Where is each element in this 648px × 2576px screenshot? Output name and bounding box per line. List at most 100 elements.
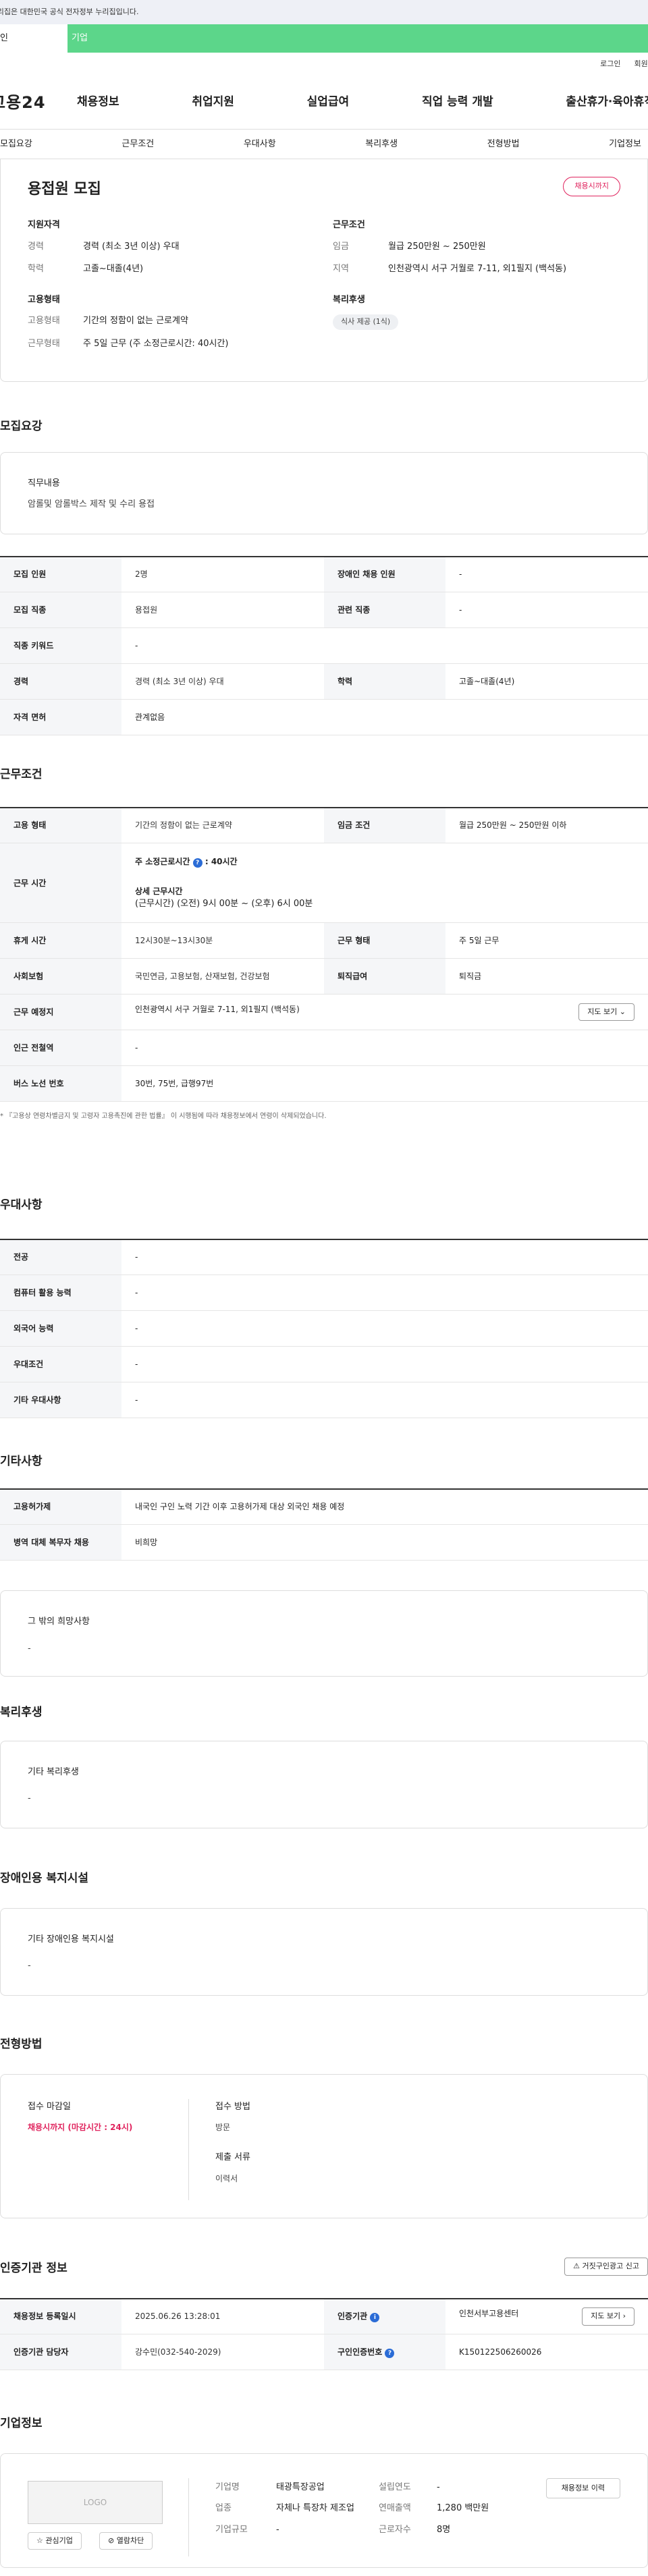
section-title: 우대사항 [0, 1198, 43, 1212]
gnb-item[interactable]: 출산휴가·육아휴직 [566, 94, 648, 111]
section-title: 인증기관 정보 [0, 2262, 68, 2275]
cell: - [122, 627, 648, 664]
method-heading: 접수 방법 [215, 2101, 250, 2112]
company-name: 태광특장공업 [276, 2482, 325, 2492]
label: 기업규모 [215, 2524, 248, 2535]
table-row: 기타 우대사항 - [0, 1382, 648, 1418]
tab-personal[interactable]: 개인 [0, 24, 68, 53]
value: 고졸~대졸(4년) [83, 264, 144, 274]
duty-box: 직무내용 암롤및 암롤박스 제작 및 수리 용접 [0, 451, 648, 534]
cell-head: 전공 [0, 1239, 122, 1275]
report-button[interactable]: ⚠ 거짓구인광고 신고 [564, 2258, 648, 2276]
cell: - [122, 1275, 648, 1311]
gnb-item[interactable]: 실업급여 [307, 94, 350, 111]
cell-head: 모집 직종 [0, 592, 122, 628]
tab-work[interactable]: 근무조건 [122, 138, 154, 151]
cell-head: 고용허가제 [0, 1488, 122, 1525]
cell: 국민연금, 고용보험, 산재보험, 건강보험 [122, 958, 324, 995]
divider [188, 2477, 189, 2556]
org-value: 인천서부고용센터 [459, 2309, 519, 2318]
time-detail-label: 상세 근무시간 [135, 886, 183, 896]
cert-table: 채용정보 등록일시 2025.06.26 13:28:01 인증기관 i 인천서부고용… [0, 2297, 648, 2370]
table-row: 전공 - [0, 1239, 648, 1275]
revenue: 1,280 백만원 [437, 2503, 489, 2513]
block-button[interactable]: ⊘ 열람차단 [99, 2531, 153, 2550]
history-button[interactable]: 채용정보 이력 [545, 2477, 620, 2498]
method-value: 방문 [215, 2123, 231, 2132]
cell: 주 5일 근무 [446, 922, 648, 959]
site-logo[interactable]: 고용24 [0, 90, 77, 115]
utility-nav: 로그인 회원가입 [0, 53, 648, 76]
cell-head: 인근 전철역 [0, 1030, 122, 1066]
other-wish-box: 그 밖의 희망사항 - [0, 1590, 648, 1677]
cell-head: 근무 예정지 [0, 994, 122, 1030]
pref-table: 전공 - 컴퓨터 활용 능력 - 외국어 능력 - 우대조건 - 기타 우대사항 - [0, 1238, 648, 1418]
org-cell: 인천서부고용센터 지도 보기 › [446, 2298, 648, 2334]
section-tabs: 모집요강 근무조건 우대사항 복리후생 전형방법 기업정보 [0, 130, 648, 159]
cell: - [122, 1030, 648, 1066]
table-row: 근무 예정지 인천광역시 서구 거월로 7-11, 외1필지 (백석동) 지도 보기… [0, 994, 648, 1030]
tab-recruit[interactable]: 모집요강 [0, 138, 32, 151]
cell: 비희망 [122, 1524, 648, 1561]
favorite-button[interactable]: ☆ 관심기업 [28, 2531, 82, 2550]
welfare-sub-heading: 기타 복리후생 [28, 1766, 79, 1777]
cell: - [122, 1346, 648, 1382]
signup-link[interactable]: 회원가입 [634, 59, 648, 70]
company-info-col2: 설립연도 - 연매출액 1,280 백만원 근로자수 8명 [379, 2481, 489, 2537]
info-icon[interactable]: i [370, 2313, 380, 2323]
founded-year: - [437, 2482, 440, 2492]
cell: 2명 [122, 556, 324, 592]
recruit-table: 모집 인원 2명 장애인 채용 인원 - 모집 직종 용접원 관련 직종 - 직종 키워드 -… [0, 555, 648, 735]
cell: K150122506260026 [446, 2334, 648, 2370]
table-row: 휴게 시간 12시30분~13시30분 근무 형태 주 5일 근무 [0, 922, 648, 959]
cell: 월급 250만원 ~ 250만원 이하 [446, 807, 648, 843]
cell: 고졸~대졸(4년) [446, 663, 648, 700]
cell-head: 고용 형태 [0, 807, 122, 843]
tab-welfare[interactable]: 복리후생 [365, 138, 398, 151]
table-row: 고용 형태 기간의 정함이 없는 근로계약 임금 조건 월급 250만원 ~ 250만… [0, 807, 648, 843]
label: 연매출액 [379, 2503, 411, 2513]
map-button[interactable]: 지도 보기 ⌄ [578, 1003, 634, 1021]
section-title: 모집요강 [0, 420, 43, 433]
table-row: 버스 노선 번호 30번, 75번, 급행97번 [0, 1065, 648, 1102]
gnb-item[interactable]: 취업지원 [192, 94, 234, 111]
login-link[interactable]: 로그인 [600, 59, 620, 70]
section-title: 근무조건 [0, 768, 43, 781]
gnb-item[interactable]: 채용정보 [77, 94, 119, 111]
cell-head: 장애인 채용 인원 [324, 556, 446, 592]
condition-heading: 근무조건 [333, 220, 365, 230]
value: 경력 (최소 3년 이상) 우대 [83, 241, 180, 252]
tab-pref[interactable]: 우대사항 [244, 138, 276, 151]
info-icon[interactable]: ? [192, 858, 202, 868]
cell-head: 근무 형태 [324, 922, 446, 959]
welfare-heading: 복리후생 [333, 294, 365, 305]
tab-company-info[interactable]: 기업정보 [609, 138, 641, 151]
cell-head: 경력 [0, 663, 122, 700]
table-row: 외국어 능력 - [0, 1310, 648, 1347]
tab-company[interactable]: 기업 [68, 24, 648, 53]
other-value: - [28, 1643, 31, 1654]
cert-map-button[interactable]: 지도 보기 › [582, 2307, 634, 2326]
process-section: 전형방법 접수 마감일 채용시까지 (마감시간 : 24시) 접수 방법 방문 … [0, 2036, 648, 2218]
docs-value: 이력서 [215, 2173, 238, 2183]
age-note: * 『고용상 연령차별금지 및 고령자 고용촉진에 관한 법률』 이 시행됨에 … [0, 1113, 327, 1120]
section-title: 복리후생 [0, 1706, 43, 1719]
company-section: 기업정보 LOGO ☆ 관심기업 ⊘ 열람차단 기업명 태광특장공업 업종 자체나 … [0, 2415, 648, 2568]
place-value: 인천광역시 서구 거월로 7-11, 외1필지 (백석동) [135, 1004, 300, 1014]
deadline-heading: 접수 마감일 [28, 2101, 71, 2112]
label: 설립연도 [379, 2482, 411, 2492]
info-icon[interactable]: ? [385, 2349, 395, 2358]
gnb-item[interactable]: 직업 능력 개발 [422, 94, 493, 111]
cell: - [446, 592, 648, 628]
table-row: 컴퓨터 활용 능력 - [0, 1275, 648, 1311]
cert-section: 인증기관 정보 ⚠ 거짓구인광고 신고 채용정보 등록일시 2025.06.26 … [0, 2258, 648, 2370]
table-row: 인근 전철역 - [0, 1030, 648, 1066]
cell: - [122, 1382, 648, 1418]
tab-process[interactable]: 전형방법 [487, 138, 520, 151]
label: 임금 [333, 241, 349, 252]
cell-head: 기타 우대사항 [0, 1382, 122, 1418]
cell-head: 휴게 시간 [0, 922, 122, 959]
cell: - [122, 1310, 648, 1347]
cell: 기간의 정함이 없는 근로계약 [122, 807, 324, 843]
table-row: 인증기관 담당자 강수민(032-540-2029) 구인인증번호 ? K150122… [0, 2334, 648, 2370]
